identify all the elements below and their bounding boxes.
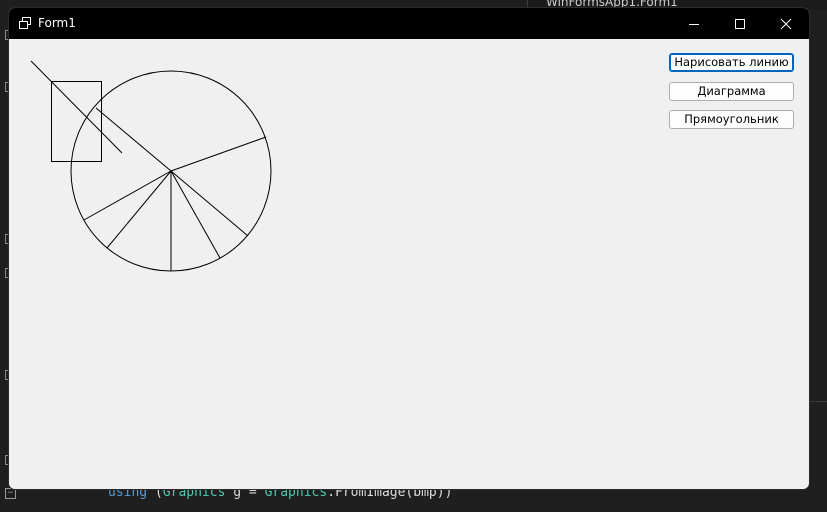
pie-slice-line xyxy=(95,107,172,172)
close-icon xyxy=(780,18,792,29)
pie-slice-line xyxy=(83,170,172,221)
drawn-rectangle xyxy=(51,81,102,162)
rectangle-button[interactable]: Прямоугольник xyxy=(669,110,794,129)
window-app-icon xyxy=(19,17,31,29)
pie-slice-line xyxy=(170,170,249,237)
maximize-icon xyxy=(735,18,745,29)
maximize-button[interactable] xyxy=(717,8,763,39)
drawing-canvas xyxy=(30,60,272,272)
pie-diagram-slices xyxy=(83,107,267,271)
ide-separator xyxy=(809,401,827,402)
minimize-icon xyxy=(689,23,699,25)
collapse-icon[interactable]: − xyxy=(5,488,16,499)
title-bar[interactable]: Form1 xyxy=(9,8,809,39)
pie-slice-line xyxy=(170,170,221,259)
minimize-button[interactable] xyxy=(671,8,717,39)
pie-slice-line xyxy=(106,170,172,249)
draw-line-button[interactable]: Нарисовать линию xyxy=(669,53,794,72)
close-button[interactable] xyxy=(763,8,809,39)
form-window: Form1 Нарисовать линию Диаграмма Прямоуг… xyxy=(9,8,809,489)
window-title: Form1 xyxy=(38,16,76,30)
pie-slice-line xyxy=(170,136,267,172)
diagram-button[interactable]: Диаграмма xyxy=(669,82,794,101)
